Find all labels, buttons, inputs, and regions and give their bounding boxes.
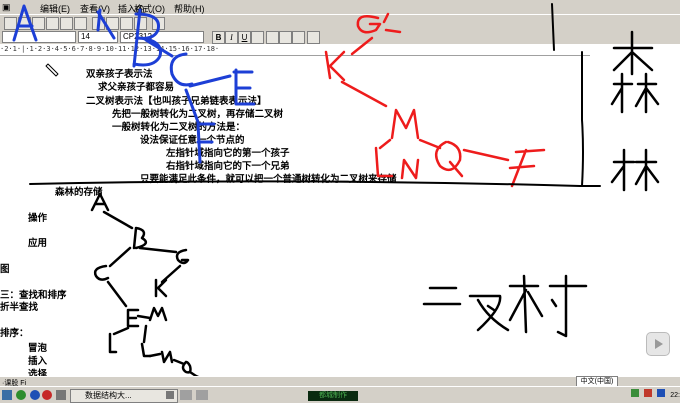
task-button[interactable]: 数据结构大... [70,389,178,403]
task-icon[interactable] [196,390,208,400]
bold-button[interactable]: B [212,31,225,44]
underline-button[interactable]: U [238,31,251,44]
tray-icon[interactable] [644,389,653,397]
doc-line: 二叉树表示法【也叫孩子兄弟链表表示法】 [86,96,267,107]
outline-item: 插入 [28,356,48,367]
save-icon[interactable] [32,17,45,30]
cut-icon[interactable] [92,17,105,30]
doc-line: 左指针域指向它的第一个孩子 [166,148,290,159]
doc-line: 双亲孩子表示法 [86,69,153,80]
system-tray: 22: [631,389,680,401]
ie-icon[interactable] [30,390,40,400]
menu-bar: ▣ 编辑(E) 查看(V) 插入(I) 格式(O) 帮助(H) [0,0,680,14]
start-icon[interactable] [2,390,12,400]
new-icon[interactable] [4,17,17,30]
format-toolbar: 14 CP2312 B I U [0,30,680,44]
app-menu-icon[interactable]: ▣ [2,2,11,13]
tray-icon[interactable] [631,389,640,397]
font-size-combo[interactable]: 14 [78,31,118,43]
task-icon[interactable] [166,391,174,399]
script-combo[interactable]: CP2312 [120,31,204,43]
outline-item: 操作 [28,213,48,224]
media-icon[interactable] [42,390,52,400]
undo-icon[interactable] [134,17,147,30]
play-overlay-icon[interactable] [646,332,670,356]
doc-line: 只要能满足此条件，就可以把一个普通树转化为二叉树来存储 [140,174,397,185]
open-icon[interactable] [18,17,31,30]
doc-line: 设法保证任意一个节点的 [140,135,245,146]
outline-item: 排序： [0,328,29,339]
date-icon[interactable] [152,17,165,30]
outline-item: 应用 [28,238,48,249]
copy-icon[interactable] [106,17,119,30]
paste-icon[interactable] [120,17,133,30]
quicklaunch-icon[interactable] [16,390,26,400]
clock[interactable]: 22: [670,392,680,399]
font-name-combo[interactable] [2,31,76,43]
doc-line: 右指针域指向它的下一个兄弟 [166,161,290,172]
color-icon[interactable] [251,31,264,44]
outline-item: 冒泡 [28,343,48,354]
find-icon[interactable] [74,17,87,30]
tray-icon[interactable] [657,389,666,397]
task-icon[interactable] [180,390,192,400]
doc-line: 一般树转化为二叉树的方法是： [112,122,246,133]
bullets-icon[interactable] [307,31,320,44]
outline-item: 图 [0,264,10,275]
doc-line: 先把一般树转化为二叉树，再存储二叉树 [112,109,284,120]
watermark-label: 都城制作 [308,391,358,401]
document-area[interactable]: 双亲孩子表示法 求父亲孩子都容易 二叉树表示法【也叫孩子兄弟链表表示法】 先把一… [0,56,680,380]
align-left-icon[interactable] [266,31,279,44]
outline-item: 折半查找 [0,302,39,313]
print-icon[interactable] [46,17,59,30]
italic-button[interactable]: I [225,31,238,44]
align-right-icon[interactable] [292,31,305,44]
preview-icon[interactable] [60,17,73,30]
doc-line: 求父亲孩子都容易 [98,82,175,93]
align-center-icon[interactable] [279,31,292,44]
desktop-icon[interactable] [56,390,66,400]
outline-item: 森林的存储 [55,187,103,198]
ruler[interactable]: ·2·1·|·1·2·3·4·5·6·7·8·9·10·11·12·13·14·… [0,44,590,56]
